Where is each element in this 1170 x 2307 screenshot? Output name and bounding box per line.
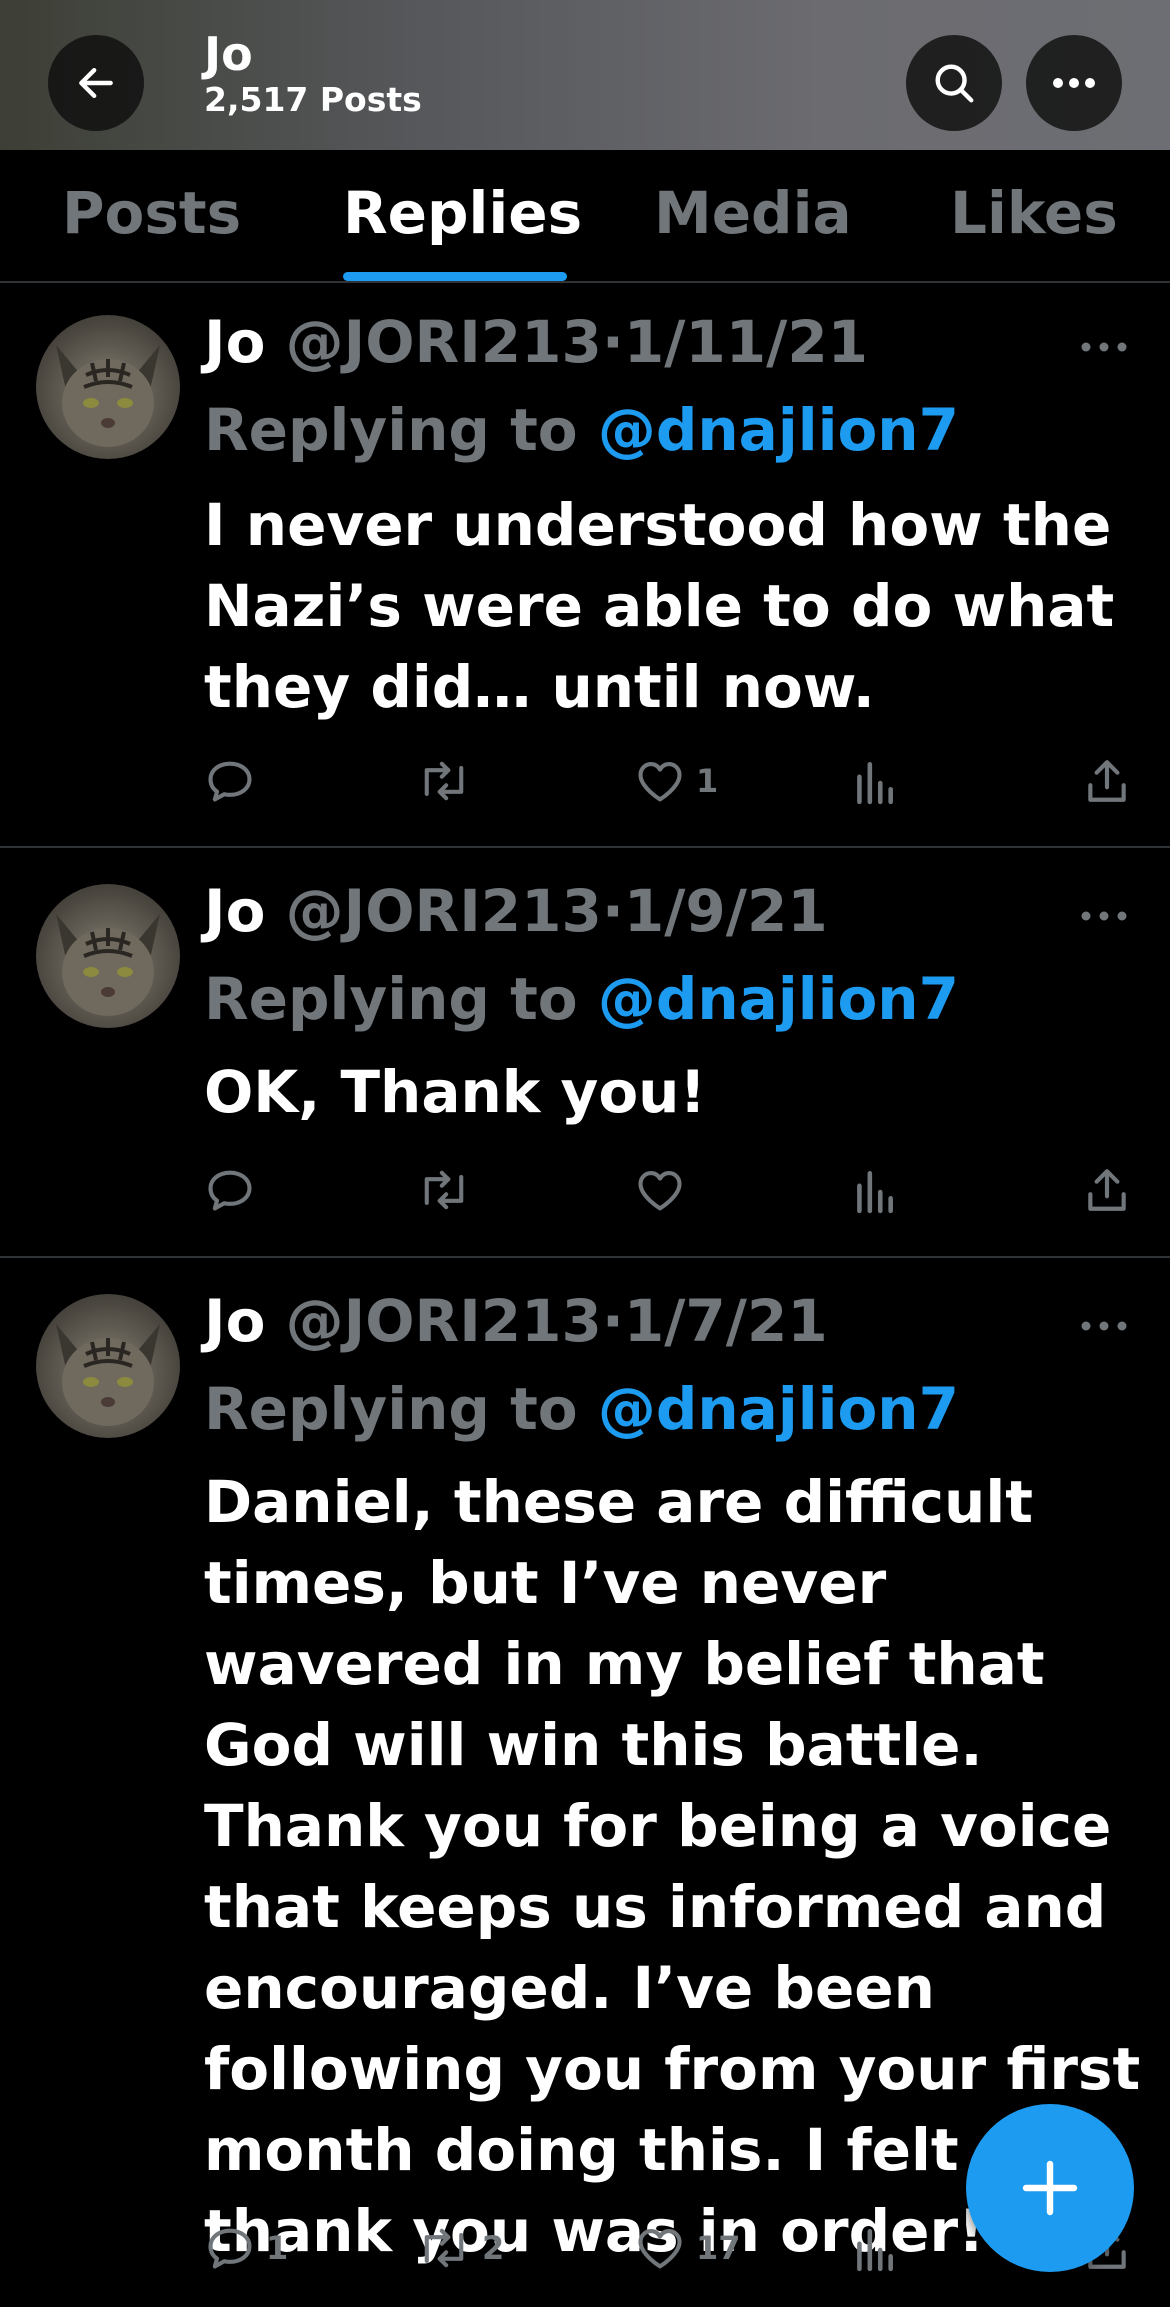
heart-icon: [638, 1171, 682, 1211]
post-more-icon[interactable]: [1080, 910, 1128, 922]
reply-button[interactable]: [204, 751, 266, 811]
author-name[interactable]: Jo: [204, 877, 265, 945]
profile-tabs: Posts Replies Media Likes: [0, 150, 1170, 283]
share-icon: [1088, 1169, 1126, 1211]
post-actions: [204, 1160, 1134, 1220]
reply-icon: [208, 1170, 252, 1211]
post-count: 2,517 Posts: [204, 80, 422, 119]
arrow-left-icon: [79, 67, 113, 99]
post-date[interactable]: 1/9/21: [624, 877, 828, 945]
tab-posts[interactable]: Posts: [62, 178, 241, 248]
profile-name: Jo: [204, 27, 253, 81]
profile-header: Jo 2,517 Posts: [0, 0, 1170, 150]
more-options-button[interactable]: [1026, 35, 1122, 131]
like-button[interactable]: 17: [634, 2218, 741, 2278]
post-meta: Jo @JORI213·1/11/21: [204, 307, 868, 377]
replying-to-mention[interactable]: @dnajlion7: [598, 1375, 959, 1443]
repost-count: 2: [482, 2229, 505, 2267]
author-handle[interactable]: @JORI213: [286, 1287, 602, 1355]
cat-avatar-icon: [56, 1324, 160, 1426]
reply-icon: [208, 761, 252, 802]
heart-icon: [638, 2229, 682, 2269]
cat-avatar-icon: [56, 345, 160, 447]
post-more-icon[interactable]: [1080, 1320, 1128, 1332]
views-icon: [857, 762, 893, 805]
author-handle[interactable]: @JORI213: [286, 877, 602, 945]
post-actions: 1: [204, 751, 1134, 811]
reply-button[interactable]: 1: [204, 2218, 288, 2278]
meta-separator: ·: [601, 1287, 624, 1355]
avatar[interactable]: [36, 1294, 180, 1438]
reply-button[interactable]: [204, 1160, 266, 1220]
repost-button[interactable]: [416, 751, 482, 811]
like-count: 1: [696, 762, 719, 800]
avatar[interactable]: [36, 315, 180, 459]
replying-to-line: Replying to @dnajlion7: [204, 395, 959, 465]
repost-icon: [424, 761, 464, 801]
author-name[interactable]: Jo: [204, 308, 265, 376]
reply-post[interactable]: Jo @JORI213·1/11/21 Replying to @dnajlio…: [0, 285, 1170, 848]
views-button[interactable]: [852, 1160, 896, 1220]
tab-replies[interactable]: Replies: [343, 178, 582, 248]
back-button[interactable]: [48, 35, 144, 131]
views-icon: [857, 1171, 893, 1214]
share-icon: [1088, 760, 1126, 802]
views-button[interactable]: [852, 2218, 896, 2278]
author-name[interactable]: Jo: [204, 1287, 265, 1355]
tab-likes[interactable]: Likes: [950, 178, 1118, 248]
like-button[interactable]: [634, 1160, 696, 1220]
replying-to-mention[interactable]: @dnajlion7: [598, 965, 959, 1033]
replying-to-label: Replying to: [204, 396, 578, 464]
replying-to-line: Replying to @dnajlion7: [204, 1374, 959, 1444]
more-horizontal-icon: [1053, 78, 1095, 88]
active-tab-indicator: [343, 272, 567, 281]
post-meta: Jo @JORI213·1/7/21: [204, 1286, 828, 1356]
post-meta: Jo @JORI213·1/9/21: [204, 876, 828, 946]
repost-button[interactable]: 2: [416, 2218, 504, 2278]
post-more-icon[interactable]: [1080, 341, 1128, 353]
views-icon: [857, 2229, 893, 2272]
plus-icon: [1022, 2160, 1078, 2216]
post-date[interactable]: 1/7/21: [624, 1287, 828, 1355]
reply-count: 1: [266, 2229, 289, 2267]
author-handle[interactable]: @JORI213: [286, 308, 602, 376]
search-button[interactable]: [906, 35, 1002, 131]
share-button[interactable]: [1082, 751, 1132, 811]
repost-button[interactable]: [416, 1160, 482, 1220]
reply-icon: [208, 2228, 252, 2269]
tab-media[interactable]: Media: [654, 178, 852, 248]
cat-avatar-icon: [56, 914, 160, 1016]
replying-to-label: Replying to: [204, 965, 578, 1033]
avatar[interactable]: [36, 884, 180, 1028]
like-button[interactable]: 1: [634, 751, 718, 811]
replying-to-label: Replying to: [204, 1375, 578, 1443]
replying-to-line: Replying to @dnajlion7: [204, 964, 959, 1034]
repost-icon: [424, 2228, 464, 2268]
meta-separator: ·: [601, 308, 624, 376]
repost-icon: [424, 1170, 464, 1210]
meta-separator: ·: [601, 877, 624, 945]
post-date[interactable]: 1/11/21: [624, 308, 868, 376]
share-button[interactable]: [1082, 1160, 1132, 1220]
heart-icon: [638, 762, 682, 802]
views-button[interactable]: [852, 751, 896, 811]
replying-to-mention[interactable]: @dnajlion7: [598, 396, 959, 464]
post-text: I never understood how the Nazi’s were a…: [204, 491, 1115, 721]
like-count: 17: [696, 2229, 741, 2267]
compose-button[interactable]: [966, 2104, 1134, 2272]
reply-post[interactable]: Jo @JORI213·1/9/21 Replying to @dnajlion…: [0, 850, 1170, 1258]
post-text: OK, Thank you!: [204, 1058, 706, 1126]
search-icon: [935, 64, 974, 103]
